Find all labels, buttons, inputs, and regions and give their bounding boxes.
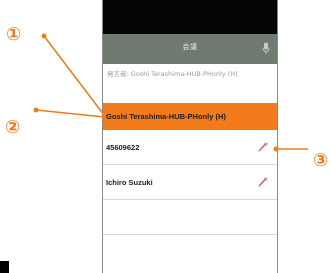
callout-three: ③: [313, 150, 329, 171]
callout-dot-two: [33, 107, 39, 113]
callout-dot-one: [41, 33, 47, 39]
callout-line-one: [43, 35, 105, 116]
callout-one: ①: [6, 24, 22, 45]
callout-lines: [33, 33, 308, 152]
callout-two: ②: [5, 117, 21, 138]
black-marker: [0, 261, 9, 273]
callout-line-two: [35, 109, 105, 118]
callout-dot-three: [273, 146, 279, 152]
